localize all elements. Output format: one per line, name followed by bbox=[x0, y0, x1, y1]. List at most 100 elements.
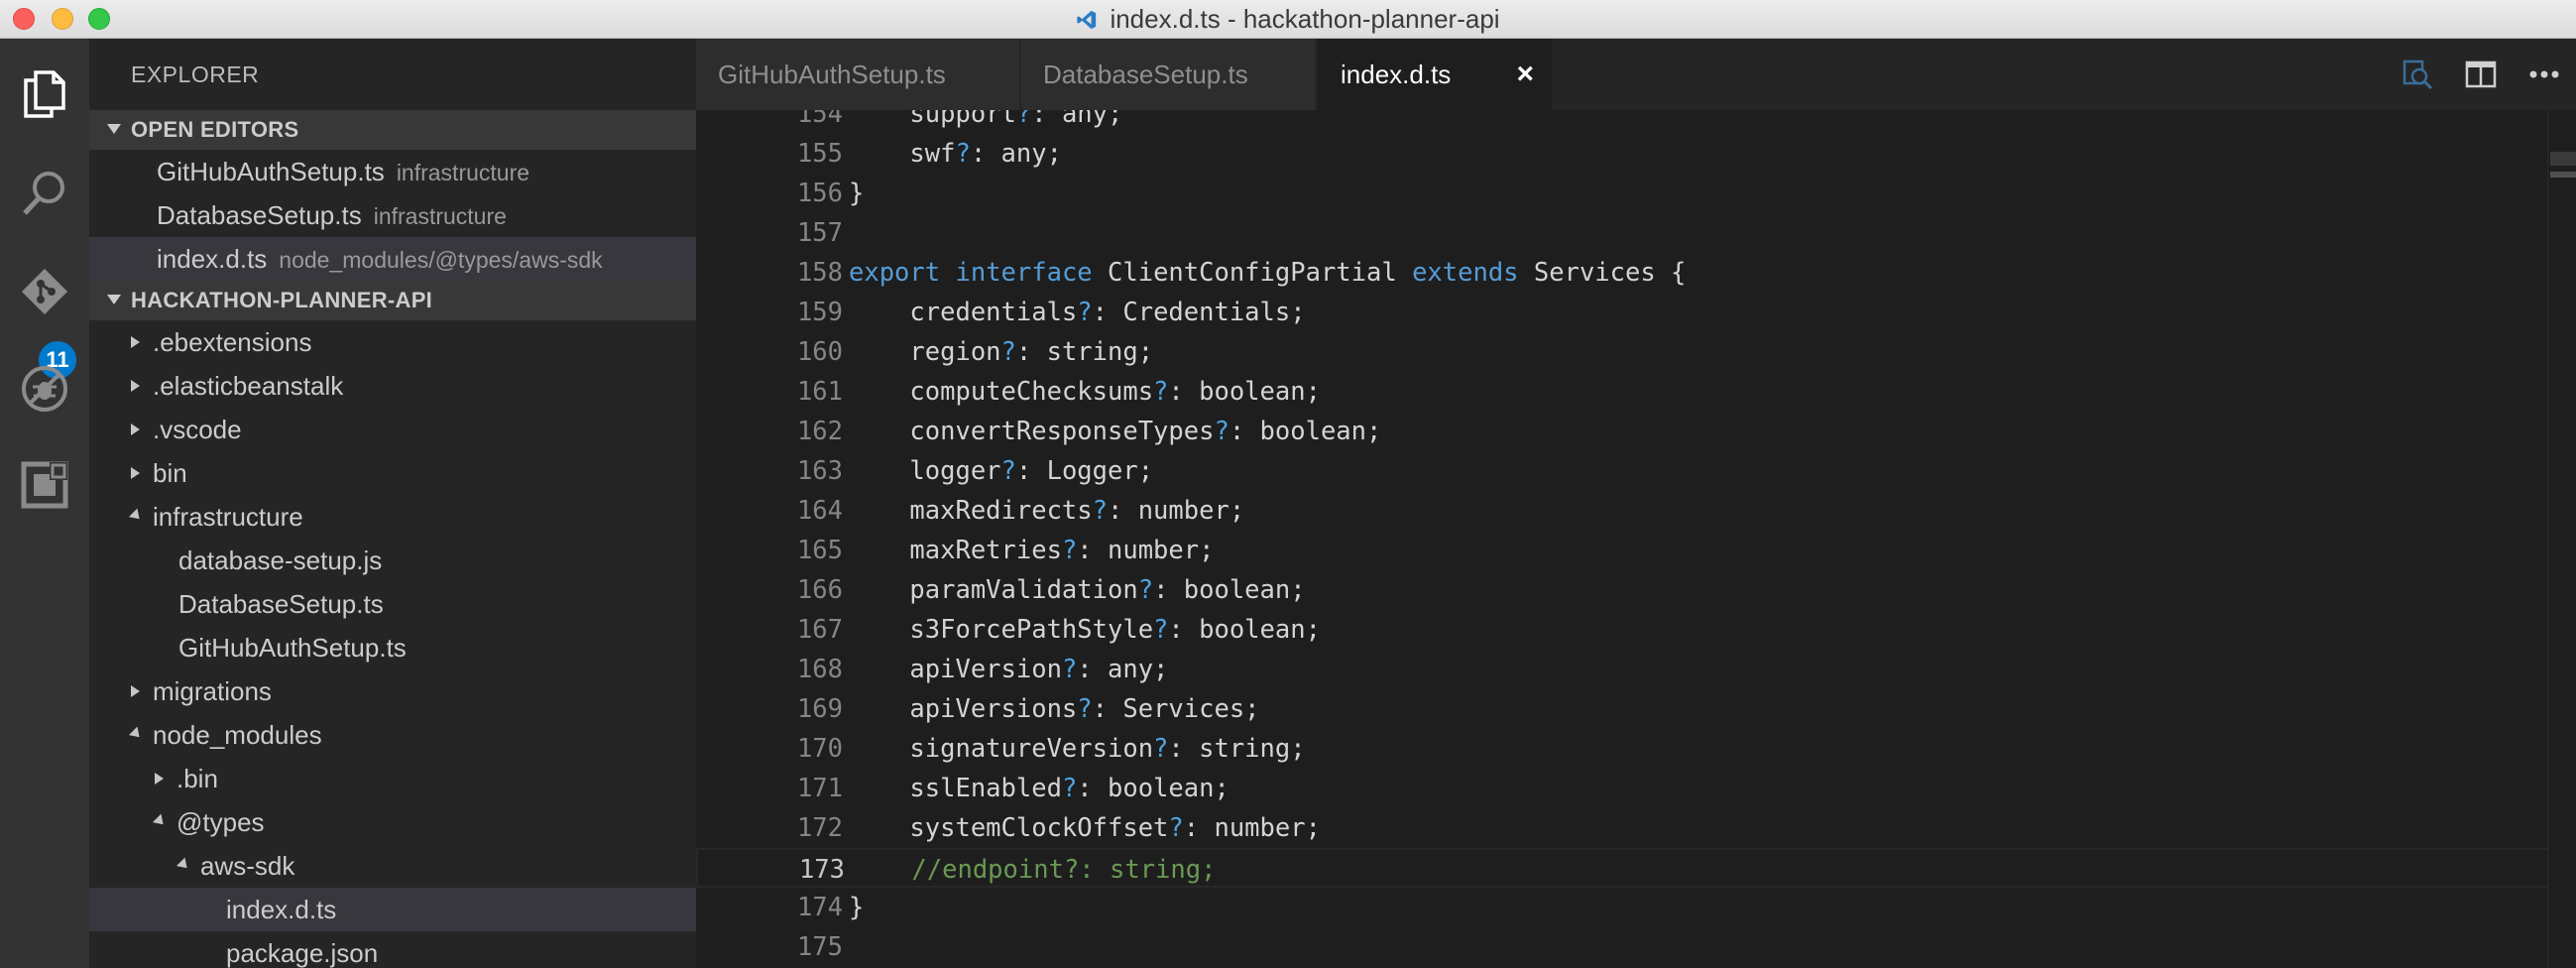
tree-file-item[interactable]: package.json bbox=[89, 931, 696, 968]
line-code: } bbox=[849, 174, 864, 213]
open-editor-item-active[interactable]: index.d.ts node_modules/@types/aws-sdk bbox=[89, 237, 696, 281]
chevron-down-icon[interactable] bbox=[149, 800, 169, 844]
code-token: ? bbox=[1000, 456, 1016, 486]
code-line[interactable]: 158 export interface ClientConfigPartial … bbox=[696, 253, 2550, 293]
chevron-right-icon[interactable] bbox=[125, 669, 145, 713]
tree-item-label: index.d.ts bbox=[226, 895, 337, 924]
code-line[interactable]: 156} bbox=[696, 174, 2550, 213]
chevron-right-icon[interactable] bbox=[149, 757, 169, 800]
open-editors-header[interactable]: OPEN EDITORS bbox=[89, 110, 696, 150]
code-token: : Services; bbox=[1092, 694, 1260, 724]
code-line[interactable]: 157 bbox=[696, 213, 2550, 253]
code-token: extends bbox=[1412, 258, 1519, 288]
files-icon[interactable] bbox=[15, 64, 74, 124]
tree-folder-item[interactable]: node_modules bbox=[89, 713, 696, 757]
code-line[interactable]: 174} bbox=[696, 888, 2550, 927]
code-token: sslEnabled bbox=[849, 774, 1062, 803]
code-line[interactable]: 171 sslEnabled?: boolean; bbox=[696, 769, 2550, 808]
line-code: computeChecksums?: boolean; bbox=[849, 372, 1321, 412]
tree-folder-item[interactable]: bin bbox=[89, 451, 696, 495]
code-line[interactable]: 168 apiVersion?: any; bbox=[696, 650, 2550, 689]
code-line[interactable]: 169 apiVersions?: Services; bbox=[696, 689, 2550, 729]
code-line[interactable]: 162 convertResponseTypes?: boolean; bbox=[696, 412, 2550, 451]
title-bar: index.d.ts - hackathon-planner-api bbox=[0, 0, 2576, 39]
code-line[interactable]: 159 credentials?: Credentials; bbox=[696, 293, 2550, 332]
tree-file-item[interactable]: DatabaseSetup.ts bbox=[89, 582, 696, 626]
tree-folder-item[interactable]: .elasticbeanstalk bbox=[89, 364, 696, 408]
tree-file-item[interactable]: database-setup.js bbox=[89, 539, 696, 582]
code-line[interactable]: 161 computeChecksums?: boolean; bbox=[696, 372, 2550, 412]
code-line[interactable]: 164 maxRedirects?: number; bbox=[696, 491, 2550, 531]
code-token: ? bbox=[1061, 774, 1078, 803]
line-code: maxRetries?: number; bbox=[849, 531, 1214, 570]
vertical-scrollbar[interactable] bbox=[2547, 110, 2576, 968]
line-number: 155 bbox=[796, 139, 843, 169]
code-token: ? bbox=[1137, 575, 1154, 605]
code-editor[interactable]: 154 support?: any; 155 swf?: any; 156} 157 1… bbox=[696, 110, 2576, 968]
collapse-icon bbox=[107, 295, 121, 304]
code-line[interactable]: 175 bbox=[696, 927, 2550, 967]
tree-folder-item[interactable]: infrastructure bbox=[89, 495, 696, 539]
tree-folder-item[interactable]: .bin bbox=[89, 757, 696, 800]
chevron-right-icon[interactable] bbox=[125, 320, 145, 364]
tree-folder-item[interactable]: migrations bbox=[89, 669, 696, 713]
open-editor-item[interactable]: GitHubAuthSetup.ts infrastructure bbox=[89, 150, 696, 193]
open-changes-icon[interactable] bbox=[2400, 57, 2435, 92]
git-icon[interactable] bbox=[15, 262, 74, 321]
tab-databasesetup[interactable]: DatabaseSetup.ts bbox=[1021, 39, 1316, 110]
line-code: sslEnabled?: boolean; bbox=[849, 769, 1229, 808]
more-actions-icon[interactable] bbox=[2526, 57, 2562, 92]
code-token: ? bbox=[1214, 417, 1229, 446]
code-line[interactable]: 167 s3ForcePathStyle?: boolean; bbox=[696, 610, 2550, 650]
debug-icon[interactable] bbox=[15, 359, 74, 419]
line-number: 171 bbox=[796, 774, 843, 803]
line-number: 157 bbox=[796, 218, 843, 248]
code-line[interactable]: 163 logger?: Logger; bbox=[696, 451, 2550, 491]
tree-folder-item[interactable]: @types bbox=[89, 800, 696, 844]
code-token: : any; bbox=[1077, 655, 1169, 684]
chevron-down-icon[interactable] bbox=[125, 495, 145, 539]
line-number: 169 bbox=[796, 694, 843, 724]
tree-file-item[interactable]: GitHubAuthSetup.ts bbox=[89, 626, 696, 669]
code-line[interactable]: 165 maxRetries?: number; bbox=[696, 531, 2550, 570]
tab-index-d-ts[interactable]: index.d.ts × bbox=[1317, 39, 1553, 110]
tree-folder-item[interactable]: aws-sdk bbox=[89, 844, 696, 888]
code-line[interactable]: 155 swf?: any; bbox=[696, 134, 2550, 174]
chevron-down-icon[interactable] bbox=[125, 713, 145, 757]
tree-folder-item[interactable]: .vscode bbox=[89, 408, 696, 451]
chevron-right-icon[interactable] bbox=[125, 408, 145, 451]
line-number: 175 bbox=[796, 932, 843, 962]
code-line[interactable]: 170 signatureVersion?: string; bbox=[696, 729, 2550, 769]
code-token: s3ForcePathStyle bbox=[849, 615, 1154, 645]
split-editor-icon[interactable] bbox=[2463, 57, 2499, 92]
tab-githubauthsetup[interactable]: GitHubAuthSetup.ts bbox=[696, 39, 1020, 110]
code-line[interactable]: 173 //endpoint?: string; bbox=[696, 848, 2550, 888]
scrollbar-thumb[interactable] bbox=[2550, 152, 2576, 166]
code-line[interactable]: 166 paramValidation?: boolean; bbox=[696, 570, 2550, 610]
open-editor-item[interactable]: DatabaseSetup.ts infrastructure bbox=[89, 193, 696, 237]
tree-file-item[interactable]: index.d.ts bbox=[89, 888, 696, 931]
chevron-right-icon[interactable] bbox=[125, 451, 145, 495]
search-icon[interactable] bbox=[15, 163, 74, 222]
open-editor-desc: infrastructure bbox=[396, 160, 530, 185]
tab-label: DatabaseSetup.ts bbox=[1043, 60, 1248, 89]
code-line[interactable]: 172 systemClockOffset?: number; bbox=[696, 808, 2550, 848]
code-token: : number; bbox=[1183, 813, 1321, 843]
code-token: ? bbox=[1061, 655, 1078, 684]
explorer-sidebar: EXPLORER OPEN EDITORS GitHubAuthSetup.ts… bbox=[89, 39, 696, 968]
code-token: computeChecksums bbox=[849, 377, 1154, 407]
code-line[interactable]: 160 region?: string; bbox=[696, 332, 2550, 372]
close-icon[interactable]: × bbox=[1516, 39, 1534, 110]
code-token: : boolean; bbox=[1168, 615, 1321, 645]
extensions-icon[interactable] bbox=[15, 455, 74, 515]
code-token: ? bbox=[1153, 734, 1169, 764]
chevron-down-icon[interactable] bbox=[173, 844, 192, 888]
chevron-right-icon[interactable] bbox=[125, 364, 145, 408]
code-line[interactable]: 154 support?: any; bbox=[696, 110, 2550, 134]
project-header[interactable]: HACKATHON-PLANNER-API bbox=[89, 281, 696, 320]
code-token: maxRedirects bbox=[849, 496, 1093, 526]
window-title: index.d.ts - hackathon-planner-api bbox=[1110, 4, 1500, 34]
tree-folder-item[interactable]: .ebextensions bbox=[89, 320, 696, 364]
code-token: ? bbox=[1015, 110, 1032, 129]
